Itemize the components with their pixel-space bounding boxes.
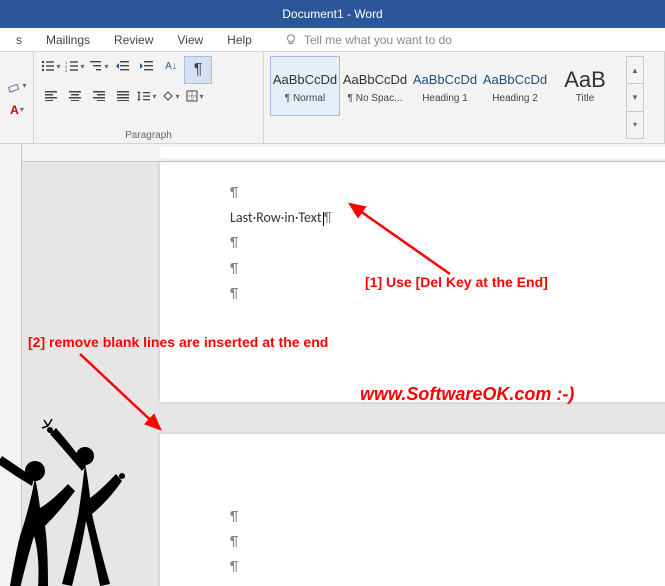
style-title[interactable]: AaB Title <box>550 56 620 116</box>
page-content[interactable]: ¶ ¶ ¶ <box>160 434 665 586</box>
borders-button[interactable]: ▾ <box>184 86 206 106</box>
style-no-spacing[interactable]: AaBbCcDd ¶ No Spac... <box>340 56 410 116</box>
justify-icon <box>117 91 129 101</box>
number-list-button[interactable]: 123▾ <box>64 56 86 76</box>
eraser-icon <box>7 79 21 93</box>
bullets-icon <box>41 60 55 72</box>
align-right-button[interactable] <box>88 86 110 106</box>
watermark-text: www.SoftwareOK.com :-) <box>360 384 574 405</box>
numbering-icon: 123 <box>65 60 79 72</box>
borders-icon <box>186 90 198 102</box>
sort-button[interactable]: A↓ <box>160 56 182 76</box>
ribbon-tabs: s Mailings Review View Help Tell me what… <box>0 28 665 52</box>
style-sample: AaBbCcDd <box>273 69 337 91</box>
style-normal[interactable]: AaBbCcDd ¶ Normal <box>270 56 340 116</box>
styles-gallery-scroll[interactable]: ▲ ▼ ▾ <box>626 56 644 139</box>
tell-me-placeholder: Tell me what you want to do <box>304 33 452 47</box>
decrease-indent-button[interactable] <box>112 56 134 76</box>
clear-format-button[interactable]: ▾ <box>6 76 28 96</box>
font-color-button[interactable]: A▾ <box>6 100 28 120</box>
paragraph-group-label: Paragraph <box>40 128 257 141</box>
align-left-button[interactable] <box>40 86 62 106</box>
style-name: Heading 2 <box>492 93 538 104</box>
font-group: ▾ A▾ <box>0 52 34 143</box>
page-content[interactable]: ¶ Last·Row·in·Text¶ ¶ ¶ ¶ <box>160 162 665 316</box>
justify-button[interactable] <box>112 86 134 106</box>
paragraph-mark: ¶ <box>230 554 610 579</box>
paragraph-group: ▾ 123▾ ▾ A↓ ¶ ▾ ▾ ▾ P <box>34 52 264 143</box>
style-name: Title <box>576 93 595 104</box>
style-name: ¶ No Spac... <box>348 93 403 104</box>
bullet-list-button[interactable]: ▾ <box>40 56 62 76</box>
text-line: Last·Row·in·Text¶ <box>230 205 610 230</box>
tab-view[interactable]: View <box>165 29 215 51</box>
chevron-up-icon[interactable]: ▲ <box>627 57 643 84</box>
style-name: Heading 1 <box>422 93 468 104</box>
styles-group-label <box>270 139 658 141</box>
titlebar: Document1 - Word <box>0 0 665 28</box>
tab-partial[interactable]: s <box>4 29 34 51</box>
align-left-icon <box>45 91 57 101</box>
align-right-icon <box>93 91 105 101</box>
style-name: ¶ Normal <box>285 93 325 104</box>
tab-mailings[interactable]: Mailings <box>34 29 102 51</box>
paragraph-mark: ¶ <box>230 180 610 205</box>
chevron-down-icon[interactable]: ▼ <box>627 84 643 111</box>
tab-review[interactable]: Review <box>102 29 165 51</box>
align-center-button[interactable] <box>64 86 86 106</box>
tell-me-search[interactable]: Tell me what you want to do <box>264 33 452 47</box>
style-sample: AaB <box>564 69 606 91</box>
multilevel-icon <box>89 60 103 72</box>
pilcrow-icon: ¶ <box>194 61 203 79</box>
decorative-silhouette <box>0 416 130 586</box>
document-page-2[interactable]: ¶ ¶ ¶ <box>160 434 665 586</box>
font-group-label <box>6 139 27 141</box>
lightbulb-icon <box>284 33 298 47</box>
horizontal-ruler[interactable] <box>22 144 665 162</box>
style-sample: AaBbCcDd <box>413 69 477 91</box>
increase-indent-button[interactable] <box>136 56 158 76</box>
style-gallery: AaBbCcDd ¶ Normal AaBbCcDd ¶ No Spac... … <box>270 56 620 139</box>
paragraph-mark: ¶ <box>230 230 610 255</box>
document-workspace: ¶ Last·Row·in·Text¶ ¶ ¶ ¶ ¶ ¶ ¶ [1] Use … <box>0 144 665 586</box>
annotation-2: [2] remove blank lines are inserted at t… <box>28 334 328 350</box>
outdent-icon <box>116 60 130 72</box>
indent-icon <box>140 60 154 72</box>
style-heading2[interactable]: AaBbCcDd Heading 2 <box>480 56 550 116</box>
show-hide-formatting-button[interactable]: ¶ <box>184 56 212 84</box>
line-spacing-button[interactable]: ▾ <box>136 86 158 106</box>
align-center-icon <box>69 91 81 101</box>
multilevel-list-button[interactable]: ▾ <box>88 56 110 76</box>
styles-group: AaBbCcDd ¶ Normal AaBbCcDd ¶ No Spac... … <box>264 52 665 143</box>
style-sample: AaBbCcDd <box>483 69 547 91</box>
style-heading1[interactable]: AaBbCcDd Heading 1 <box>410 56 480 116</box>
ribbon: ▾ A▾ ▾ 123▾ ▾ A↓ ¶ <box>0 52 665 144</box>
chevron-dropdown-icon[interactable]: ▾ <box>627 112 643 138</box>
annotation-1: [1] Use [Del Key at the End] <box>365 274 548 290</box>
paragraph-mark: ¶ <box>230 504 610 529</box>
shading-button[interactable]: ▾ <box>160 86 182 106</box>
tab-help[interactable]: Help <box>215 29 264 51</box>
svg-text:3: 3 <box>65 68 68 72</box>
paint-bucket-icon <box>162 90 174 102</box>
window-title: Document1 - Word <box>282 7 382 21</box>
style-sample: AaBbCcDd <box>343 69 407 91</box>
paragraph-mark: ¶ <box>230 529 610 554</box>
line-spacing-icon <box>137 90 151 102</box>
